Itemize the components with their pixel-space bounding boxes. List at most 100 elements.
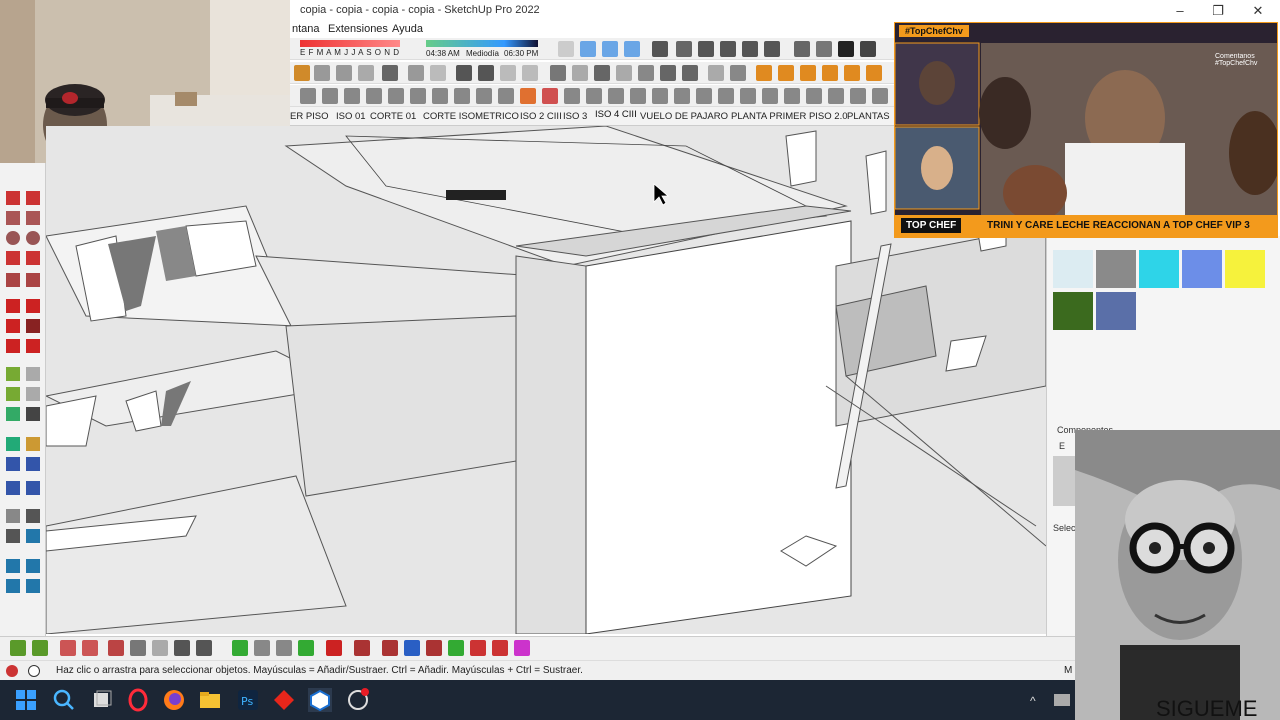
shadow-time-slider[interactable]: [426, 40, 538, 47]
plant-icon[interactable]: [276, 640, 292, 656]
tool-a-icon[interactable]: [550, 65, 566, 81]
ext-13-icon[interactable]: [564, 88, 580, 104]
ext-23-icon[interactable]: [784, 88, 800, 104]
ext-12-icon[interactable]: [542, 88, 558, 104]
scene-tab-vuelo[interactable]: VUELO DE PAJARO: [640, 111, 728, 122]
tray-chevron-icon[interactable]: ^: [1030, 694, 1036, 708]
sandbox-from-scratch-icon[interactable]: [32, 640, 48, 656]
wireframe-style-icon[interactable]: [676, 41, 692, 57]
rotate-tool-icon[interactable]: [6, 319, 20, 333]
geo-location-icon[interactable]: [232, 640, 248, 656]
ext-9-icon[interactable]: [476, 88, 492, 104]
section-plane-icon[interactable]: [408, 65, 424, 81]
scene-tab-corte01[interactable]: CORTE 01: [370, 111, 416, 122]
scene-tab-corte-isometrico[interactable]: CORTE ISOMETRICO: [423, 111, 519, 122]
vertex-n-icon[interactable]: [470, 640, 486, 656]
tool-f-icon[interactable]: [660, 65, 676, 81]
tool-g-icon[interactable]: [682, 65, 698, 81]
material-swatch-3[interactable]: [1139, 250, 1179, 288]
monochrome-style-icon[interactable]: [764, 41, 780, 57]
ext-26-icon[interactable]: [850, 88, 866, 104]
ext-14-icon[interactable]: [586, 88, 602, 104]
axes-icon[interactable]: [6, 407, 20, 421]
previous-view-icon[interactable]: [26, 481, 40, 495]
rotate-icon[interactable]: [382, 65, 398, 81]
tool-d-icon[interactable]: [616, 65, 632, 81]
orbit-icon[interactable]: [6, 437, 20, 451]
ext-18-icon[interactable]: [674, 88, 690, 104]
windows-start-icon[interactable]: [14, 688, 38, 712]
chatgpt-icon[interactable]: [346, 688, 370, 712]
photoshop-icon[interactable]: Ps: [236, 688, 260, 712]
move-icon[interactable]: [6, 299, 20, 313]
tool-k-icon[interactable]: [778, 65, 794, 81]
scene-tab-plantas[interactable]: PLANTAS: [847, 111, 890, 122]
credits-icon[interactable]: [28, 665, 40, 677]
tool-i-icon[interactable]: [730, 65, 746, 81]
add-detail-icon[interactable]: [130, 640, 146, 656]
push-pull-icon[interactable]: [26, 299, 40, 313]
arc-icon[interactable]: [6, 251, 20, 265]
stamp-tool-icon[interactable]: [82, 640, 98, 656]
ext-22-icon[interactable]: [762, 88, 778, 104]
offset-icon[interactable]: [26, 339, 40, 353]
vertex-s-icon[interactable]: [492, 640, 508, 656]
section-fill-tool-icon[interactable]: [6, 579, 20, 593]
ext-11-icon[interactable]: [520, 88, 536, 104]
app-red-diamond-icon[interactable]: [272, 688, 296, 712]
solid-union-icon[interactable]: [456, 65, 472, 81]
hidden-line-style-icon[interactable]: [698, 41, 714, 57]
ext-20-icon[interactable]: [718, 88, 734, 104]
scene-tab-iso3[interactable]: ISO 3: [563, 111, 587, 122]
flatten-icon[interactable]: [326, 640, 342, 656]
tool-l-icon[interactable]: [800, 65, 816, 81]
position-camera-icon[interactable]: [6, 509, 20, 523]
sandbox-from-contours-icon[interactable]: [10, 640, 26, 656]
firefox-icon[interactable]: [162, 688, 186, 712]
textured-style-icon[interactable]: [742, 41, 758, 57]
iso-view-icon[interactable]: [580, 41, 596, 57]
ext-7-icon[interactable]: [432, 88, 448, 104]
ext-2-icon[interactable]: [322, 88, 338, 104]
zoom-extents-icon[interactable]: [6, 481, 20, 495]
smoove-icon[interactable]: [314, 65, 330, 81]
smoove-tool-icon[interactable]: [60, 640, 76, 656]
dimension-icon[interactable]: [26, 367, 40, 381]
tree-icon[interactable]: [298, 640, 314, 656]
front-view-icon[interactable]: [624, 41, 640, 57]
scale-icon[interactable]: [6, 339, 20, 353]
section-tool-icon[interactable]: [26, 529, 40, 543]
walk-icon[interactable]: [6, 529, 20, 543]
tool-o-icon[interactable]: [866, 65, 882, 81]
text-icon[interactable]: [26, 387, 40, 401]
menu-extensiones[interactable]: Extensiones: [328, 23, 388, 35]
ext-6-icon[interactable]: [410, 88, 426, 104]
freehand-icon[interactable]: [26, 191, 40, 205]
pan-tool-icon[interactable]: [26, 437, 40, 451]
ext-27-icon[interactable]: [872, 88, 888, 104]
tool-m-icon[interactable]: [822, 65, 838, 81]
polygon-icon[interactable]: [26, 231, 40, 245]
zoom-icon[interactable]: [6, 457, 20, 471]
move-vertex-icon[interactable]: [354, 640, 370, 656]
shaded-style-icon[interactable]: [720, 41, 736, 57]
solid-split-icon[interactable]: [522, 65, 538, 81]
sketchup-icon[interactable]: [308, 688, 332, 712]
tool-c-icon[interactable]: [594, 65, 610, 81]
vertex-free-icon[interactable]: [514, 640, 530, 656]
scene-tab-planta-primer-piso[interactable]: PLANTA PRIMER PISO 2.0: [731, 111, 848, 122]
search-icon[interactable]: [52, 688, 76, 712]
zoom-window-icon[interactable]: [26, 457, 40, 471]
rectangle-icon[interactable]: [6, 211, 20, 225]
pan-icon[interactable]: [558, 41, 574, 57]
section-extra-icon[interactable]: [26, 579, 40, 593]
component-thumbnail[interactable]: [1053, 456, 1075, 506]
tool-n-icon[interactable]: [844, 65, 860, 81]
stamp-icon[interactable]: [336, 65, 352, 81]
follow-me-icon[interactable]: [26, 319, 40, 333]
maximize-button[interactable]: ❐: [1208, 3, 1228, 19]
circle-icon[interactable]: [6, 231, 20, 245]
menu-ayuda[interactable]: Ayuda: [392, 23, 423, 35]
extension-icon[interactable]: [816, 41, 832, 57]
geo-status-icon[interactable]: [6, 665, 18, 677]
